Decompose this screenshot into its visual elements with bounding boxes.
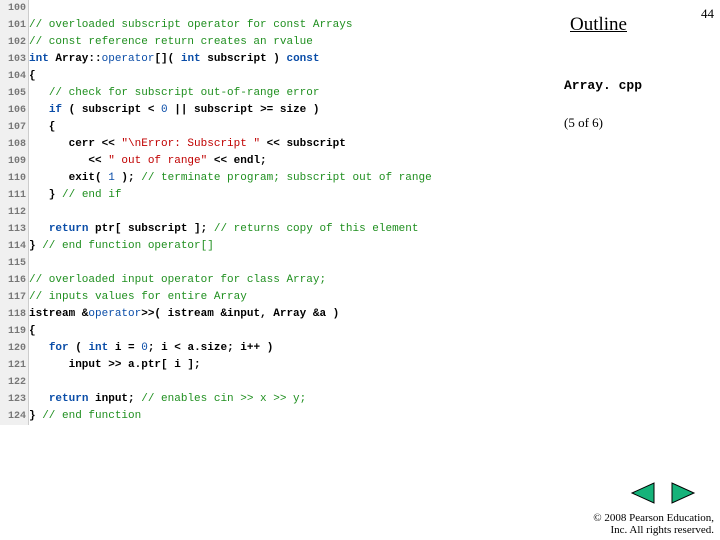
line-number: 117 (0, 289, 29, 306)
code-line: 119{ (0, 323, 560, 340)
code-line: 113 return ptr[ subscript ]; // returns … (0, 221, 560, 238)
code-line: 109 << " out of range" << endl; (0, 153, 560, 170)
code-text: { (29, 119, 55, 136)
code-line: 112 (0, 204, 560, 221)
code-line: 107 { (0, 119, 560, 136)
code-text: // inputs values for entire Array (29, 289, 247, 306)
page-number: 44 (701, 6, 714, 22)
line-number: 110 (0, 170, 29, 187)
code-text: // const reference return creates an rva… (29, 34, 313, 51)
slide: 100101// overloaded subscript operator f… (0, 0, 720, 540)
code-line: 101// overloaded subscript operator for … (0, 17, 560, 34)
code-line: 102// const reference return creates an … (0, 34, 560, 51)
line-number: 101 (0, 17, 29, 34)
sidebar: Outline 44 Array. cpp (5 of 6) © 2008 Pe… (560, 0, 720, 540)
code-text: // check for subscript out-of-range erro… (29, 85, 319, 102)
line-number: 116 (0, 272, 29, 289)
code-text: << " out of range" << endl; (29, 153, 267, 170)
line-number: 122 (0, 374, 29, 391)
code-line: 121 input >> a.ptr[ i ]; (0, 357, 560, 374)
code-text: if ( subscript < 0 || subscript >= size … (29, 102, 319, 119)
code-line: 118istream &operator>>( istream &input, … (0, 306, 560, 323)
outline-heading: Outline (570, 14, 627, 36)
code-line: 111 } // end if (0, 187, 560, 204)
line-number: 102 (0, 34, 29, 51)
prev-icon[interactable] (630, 482, 656, 504)
line-number: 108 (0, 136, 29, 153)
copyright: © 2008 Pearson Education, Inc. All right… (544, 512, 714, 536)
line-number: 120 (0, 340, 29, 357)
copyright-line2: Inc. All rights reserved. (544, 524, 714, 536)
code-line: 104{ (0, 68, 560, 85)
code-text: input >> a.ptr[ i ]; (29, 357, 201, 374)
next-icon[interactable] (670, 482, 696, 504)
line-number: 106 (0, 102, 29, 119)
line-number: 114 (0, 238, 29, 255)
subpage-indicator: (5 of 6) (564, 115, 603, 131)
code-line: 117// inputs values for entire Array (0, 289, 560, 306)
code-text: istream &operator>>( istream &input, Arr… (29, 306, 339, 323)
code-line: 122 (0, 374, 560, 391)
code-text: return ptr[ subscript ]; // returns copy… (29, 221, 418, 238)
code-line: 120 for ( int i = 0; i < a.size; i++ ) (0, 340, 560, 357)
code-text: // overloaded input operator for class A… (29, 272, 326, 289)
source-filename: Array. cpp (564, 78, 642, 93)
code-text: } // end function (29, 408, 141, 425)
code-text: } // end if (29, 187, 121, 204)
code-text: cerr << "\nError: Subscript " << subscri… (29, 136, 346, 153)
copyright-line1: © 2008 Pearson Education, (593, 512, 714, 524)
line-number: 119 (0, 323, 29, 340)
code-line: 124} // end function (0, 408, 560, 425)
code-line: 116// overloaded input operator for clas… (0, 272, 560, 289)
line-number: 118 (0, 306, 29, 323)
line-number: 104 (0, 68, 29, 85)
line-number: 111 (0, 187, 29, 204)
code-line: 110 exit( 1 ); // terminate program; sub… (0, 170, 560, 187)
code-listing: 100101// overloaded subscript operator f… (0, 0, 560, 425)
line-number: 113 (0, 221, 29, 238)
code-line: 114} // end function operator[] (0, 238, 560, 255)
code-text: } // end function operator[] (29, 238, 214, 255)
line-number: 105 (0, 85, 29, 102)
code-text: { (29, 323, 36, 340)
line-number: 103 (0, 51, 29, 68)
code-text: int Array::operator[]( int subscript ) c… (29, 51, 320, 68)
line-number: 124 (0, 408, 29, 425)
line-number: 115 (0, 255, 29, 272)
nav-buttons (630, 482, 696, 504)
code-line: 106 if ( subscript < 0 || subscript >= s… (0, 102, 560, 119)
line-number: 107 (0, 119, 29, 136)
code-line: 105 // check for subscript out-of-range … (0, 85, 560, 102)
code-line: 100 (0, 0, 560, 17)
code-line: 108 cerr << "\nError: Subscript " << sub… (0, 136, 560, 153)
code-text: { (29, 68, 36, 85)
line-number: 100 (0, 0, 29, 17)
line-number: 112 (0, 204, 29, 221)
code-line: 115 (0, 255, 560, 272)
code-text: // overloaded subscript operator for con… (29, 17, 352, 34)
code-text: exit( 1 ); // terminate program; subscri… (29, 170, 432, 187)
code-line: 123 return input; // enables cin >> x >>… (0, 391, 560, 408)
code-line: 103int Array::operator[]( int subscript … (0, 51, 560, 68)
line-number: 109 (0, 153, 29, 170)
code-text: for ( int i = 0; i < a.size; i++ ) (29, 340, 273, 357)
line-number: 121 (0, 357, 29, 374)
line-number: 123 (0, 391, 29, 408)
code-text: return input; // enables cin >> x >> y; (29, 391, 306, 408)
